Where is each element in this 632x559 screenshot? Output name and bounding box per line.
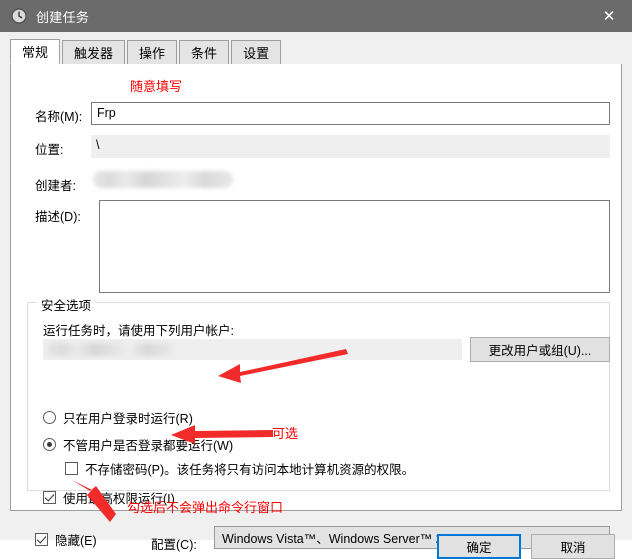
tab-conditions[interactable]: 条件 — [179, 40, 229, 64]
author-value-redacted — [93, 171, 233, 188]
annotation-optional-note: 可选 — [272, 423, 298, 442]
tab-settings[interactable]: 设置 — [231, 40, 281, 64]
name-label: 名称(M): — [35, 106, 82, 125]
security-options-title: 安全选项 — [37, 295, 95, 314]
configure-label: 配置(C): — [151, 534, 197, 553]
close-icon[interactable]: ✕ — [586, 0, 632, 32]
change-user-or-group-button[interactable]: 更改用户或组(U)... — [470, 337, 610, 362]
tab-actions[interactable]: 操作 — [127, 40, 177, 64]
user-account-redacted — [47, 343, 172, 356]
tab-general[interactable]: 常规 — [10, 39, 60, 64]
title-bar: 创建任务 ✕ — [0, 0, 632, 32]
window-title: 创建任务 — [36, 7, 89, 26]
tab-strip: 常规 触发器 操作 条件 设置 — [10, 40, 622, 65]
annotation-name-note: 随意填写 — [130, 76, 182, 95]
radio-run-only-when-logged-on[interactable]: 只在用户登录时运行(R) — [43, 408, 193, 427]
radio-run-only-when-logged-on-label: 只在用户登录时运行(R) — [63, 408, 193, 427]
radio-icon-unselected — [43, 411, 56, 424]
ok-button[interactable]: 确定 — [437, 534, 521, 559]
tab-triggers[interactable]: 触发器 — [62, 40, 125, 64]
author-label: 创建者: — [35, 175, 76, 194]
radio-run-whether-logged-on-or-not[interactable]: 不管用户是否登录都要运行(W) — [43, 435, 233, 454]
name-input[interactable]: Frp — [91, 102, 610, 125]
checkbox-do-not-store-password-label: 不存储密码(P)。该任务将只有访问本地计算机资源的权限。 — [85, 459, 414, 478]
location-value: \ — [91, 135, 610, 158]
description-textarea[interactable] — [99, 200, 610, 293]
cancel-button[interactable]: 取消 — [531, 534, 615, 559]
account-prompt-label: 运行任务时，请使用下列用户帐户: — [43, 320, 234, 339]
clock-task-icon — [11, 8, 27, 24]
annotation-hidden-note: 勾选后不会弹出命令行窗口 — [127, 497, 283, 516]
radio-run-whether-logged-on-or-not-label: 不管用户是否登录都要运行(W) — [63, 435, 233, 454]
radio-icon-selected — [43, 438, 56, 451]
configure-for-selected-value: Windows Vista™、Windows Server™ 2008 — [222, 528, 464, 547]
checkbox-do-not-store-password[interactable]: 不存储密码(P)。该任务将只有访问本地计算机资源的权限。 — [65, 459, 414, 478]
description-label: 描述(D): — [35, 206, 81, 225]
checkbox-icon-checked — [43, 491, 56, 504]
location-label: 位置: — [35, 139, 63, 158]
dialog-body: 常规 触发器 操作 条件 设置 名称(M): Frp 位置: \ 创建者: 描述… — [0, 32, 632, 540]
checkbox-icon-unchecked — [65, 462, 78, 475]
general-tab-panel: 名称(M): Frp 位置: \ 创建者: 描述(D): 安全选项 运行任务时，… — [10, 64, 622, 511]
